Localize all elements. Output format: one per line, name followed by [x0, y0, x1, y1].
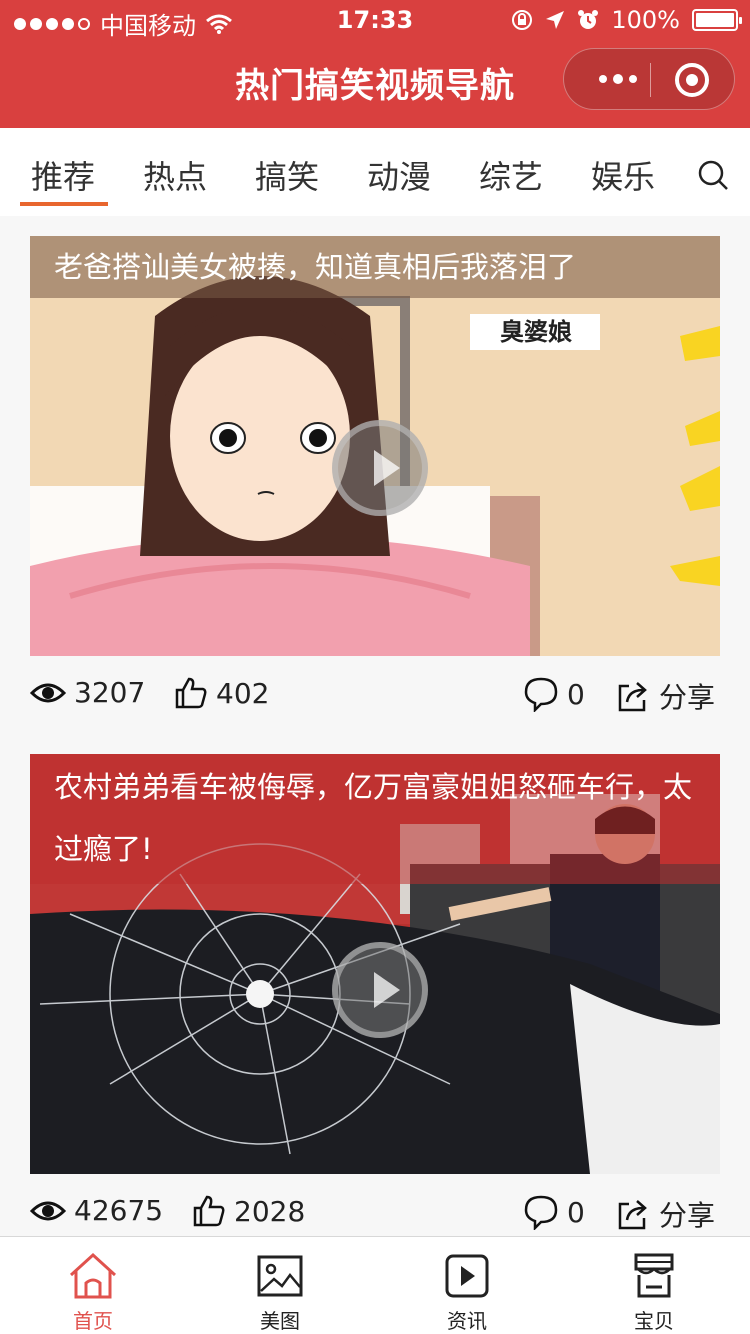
likes-stat[interactable]: 2028 [192, 1194, 305, 1228]
play-button-icon[interactable] [332, 420, 428, 516]
video-card[interactable]: 臭婆娘 老爸搭讪美女被揍，知道真相后我落泪了 3207 402 0 分享 [30, 236, 720, 732]
comment-count: 0 [567, 677, 585, 711]
alarm-icon [578, 10, 599, 29]
comment-count: 0 [567, 1195, 585, 1229]
video-thumbnail[interactable]: 农村弟弟看车被侮辱，亿万富豪姐姐怒砸车行，太过瘾了! [30, 754, 720, 1174]
rotation-lock-icon [512, 10, 533, 30]
tabbar-label: 美图 [260, 1309, 300, 1333]
views-stat: 42675 [30, 1194, 163, 1227]
home-icon [69, 1252, 117, 1299]
app-screen: 中国移动 17:33 100% 热门搞笑视频导航 推荐 热点 搞笑 动漫 综艺 … [0, 0, 750, 1334]
play-icon [445, 1254, 489, 1298]
battery-icon [692, 9, 742, 31]
thumbs-up-icon [175, 677, 207, 709]
tab-variety[interactable]: 综艺 [479, 152, 543, 208]
miniprogram-capsule [563, 48, 735, 110]
views-stat: 3207 [30, 676, 145, 709]
store-icon [634, 1253, 674, 1298]
likes-stat[interactable]: 402 [174, 676, 269, 710]
image-icon [257, 1255, 303, 1297]
video-title: 老爸搭讪美女被揍，知道真相后我落泪了 [30, 236, 720, 298]
tabbar-label: 宝贝 [634, 1309, 674, 1333]
tabbar-item-home[interactable]: 首页 [33, 1251, 153, 1334]
eye-icon [30, 1201, 66, 1220]
tabbar-item-treasure[interactable]: 宝贝 [594, 1251, 714, 1334]
category-tabs: 推荐 热点 搞笑 动漫 综艺 娱乐 [0, 128, 750, 216]
capsule-divider [650, 63, 651, 97]
tab-funny[interactable]: 搞笑 [255, 152, 319, 208]
comment-icon [524, 677, 558, 712]
view-count: 42675 [74, 1194, 164, 1227]
share-icon [618, 1200, 647, 1230]
thumbs-up-icon [193, 1195, 225, 1227]
more-icon[interactable] [588, 64, 648, 94]
search-icon[interactable] [697, 159, 729, 191]
tab-entertainment[interactable]: 娱乐 [591, 152, 655, 208]
video-thumbnail[interactable]: 臭婆娘 老爸搭讪美女被揍，知道真相后我落泪了 [30, 236, 720, 656]
comments-stat[interactable]: 0 [523, 1194, 585, 1230]
active-tab-indicator [20, 202, 108, 206]
bottom-tab-bar: 首页 美图 资讯 宝贝 [0, 1236, 750, 1334]
share-label: 分享 [659, 1199, 716, 1232]
video-title: 农村弟弟看车被侮辱，亿万富豪姐姐怒砸车行，太过瘾了! [30, 754, 720, 884]
comment-icon [524, 1195, 558, 1230]
share-icon [618, 682, 647, 712]
share-button[interactable]: 分享 [615, 1194, 715, 1234]
share-button[interactable]: 分享 [615, 676, 715, 716]
tab-anime[interactable]: 动漫 [367, 152, 431, 208]
video-card[interactable]: 农村弟弟看车被侮辱，亿万富豪姐姐怒砸车行，太过瘾了! 42675 2028 0 … [30, 754, 720, 1250]
like-count: 2028 [234, 1194, 306, 1228]
thumb-overlay-text: 臭婆娘 [500, 318, 572, 346]
tab-recommend[interactable]: 推荐 [31, 152, 95, 208]
video-stats: 3207 402 0 分享 [30, 656, 720, 732]
header: 中国移动 17:33 100% 热门搞笑视频导航 [0, 0, 750, 128]
eye-icon [30, 683, 66, 702]
tabbar-label: 首页 [73, 1309, 113, 1333]
comments-stat[interactable]: 0 [523, 676, 585, 712]
status-bar: 中国移动 17:33 100% [0, 0, 750, 40]
location-icon [546, 11, 565, 29]
tabbar-item-gallery[interactable]: 美图 [220, 1251, 340, 1334]
tabbar-item-news[interactable]: 资讯 [407, 1251, 527, 1334]
tabbar-label: 资讯 [447, 1309, 487, 1333]
battery-percent: 100% [611, 6, 680, 34]
like-count: 402 [216, 676, 270, 710]
play-button-icon[interactable] [332, 942, 428, 1038]
share-label: 分享 [659, 681, 716, 714]
view-count: 3207 [74, 676, 146, 709]
tab-hot[interactable]: 热点 [143, 152, 207, 208]
close-icon[interactable] [675, 63, 709, 97]
